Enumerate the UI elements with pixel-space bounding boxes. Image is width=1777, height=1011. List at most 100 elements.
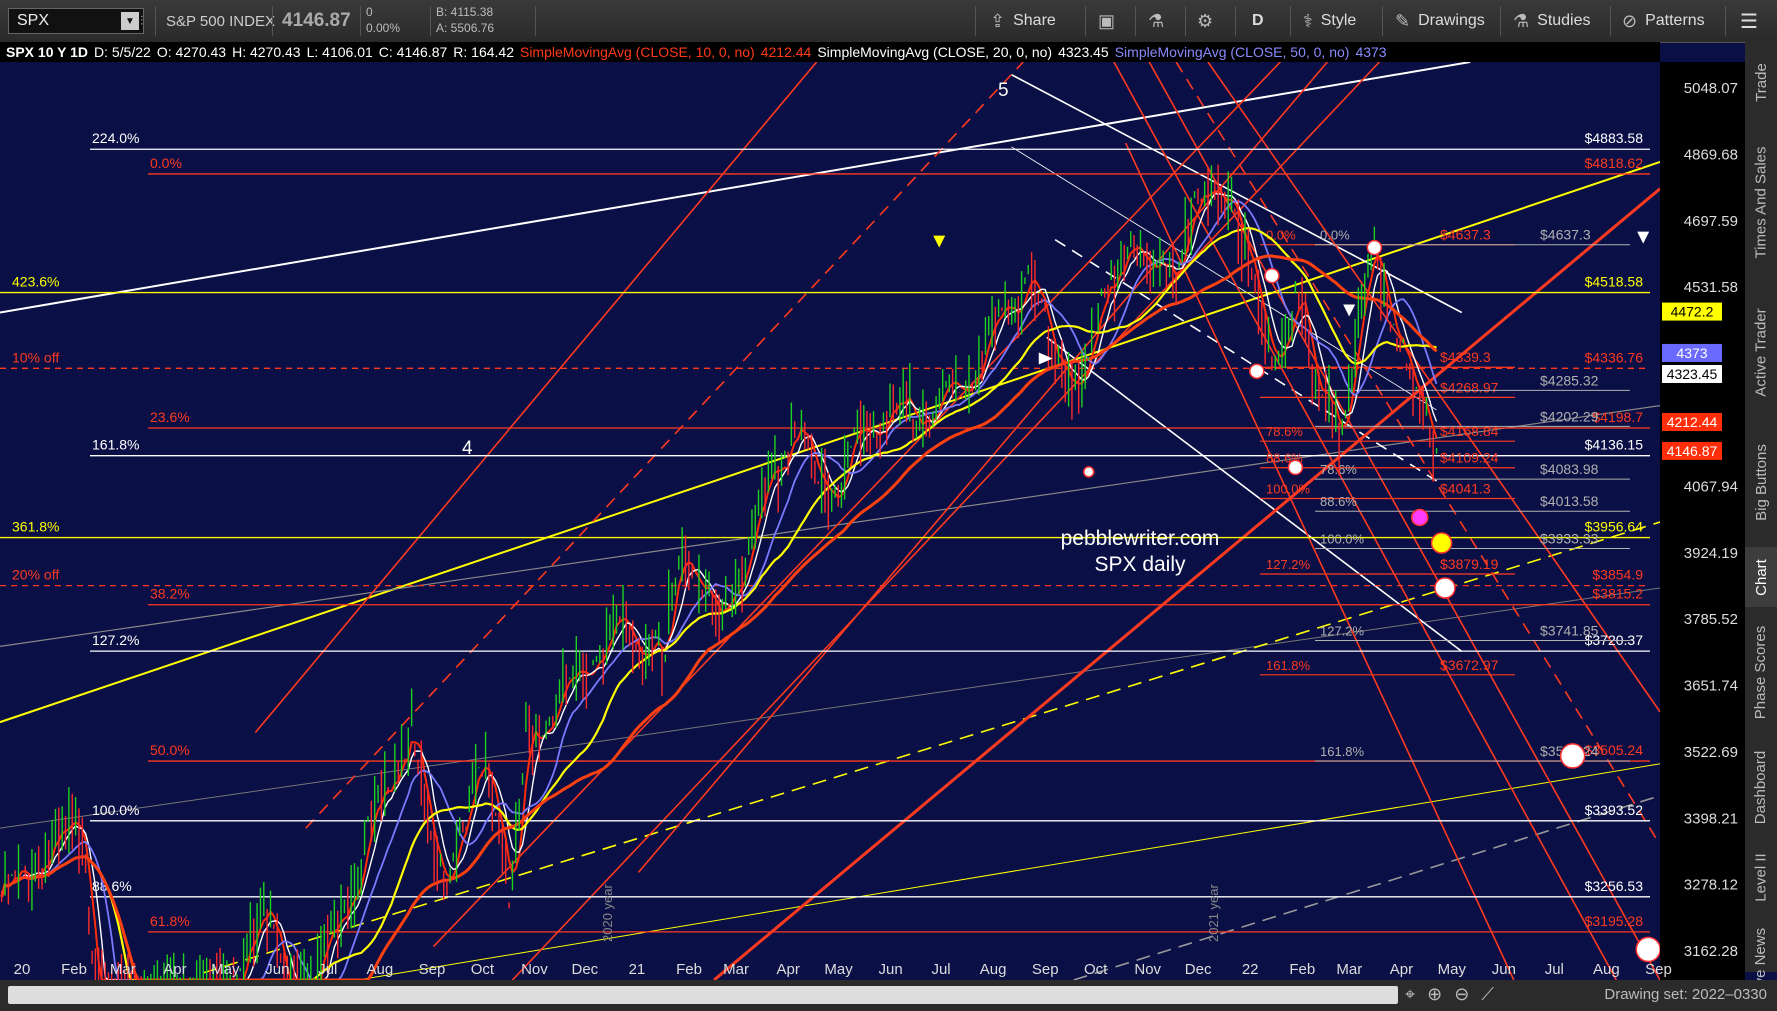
x-tick-label: Oct xyxy=(1084,961,1108,978)
symbol-input[interactable]: SPX ▼ xyxy=(8,8,144,34)
flask-button[interactable]: ⚗ xyxy=(1148,0,1164,42)
fib-level-label: 10% off xyxy=(12,349,59,365)
fib-right-price: $4041.3 xyxy=(1440,480,1491,496)
patterns-button[interactable]: ⊘ Patterns xyxy=(1622,0,1705,42)
top-toolbar: SPX ▼ ⫶ S&P 500 INDEX 4146.87 0 0.00% B:… xyxy=(0,0,1777,43)
fib-level-label: 361.8% xyxy=(12,519,59,535)
drawings-button[interactable]: ✎ Drawings xyxy=(1395,0,1485,42)
change-value: 0 xyxy=(366,5,373,19)
x-tick-label: 20 xyxy=(14,961,31,978)
fib-right-price: $4637.3 xyxy=(1440,227,1491,243)
y-tick-label: 4531.58 xyxy=(1684,279,1738,296)
tab-times-and-sales[interactable]: Times And Sales xyxy=(1745,122,1777,282)
crosshair-icon[interactable]: ⌖ xyxy=(1405,984,1415,1005)
fib-gray-label: 161.8% xyxy=(1320,744,1365,759)
bottom-bar: ⌖ ⊕ ⊖ ⟋ Drawing set: 2022–0330 xyxy=(0,980,1777,1011)
price-tag-label: 4373 xyxy=(1676,345,1707,361)
patterns-icon: ⊘ xyxy=(1622,10,1638,31)
gear-icon: ⚙ xyxy=(1197,10,1214,31)
wave-marker xyxy=(1249,363,1265,379)
x-tick-label: Dec xyxy=(1185,961,1212,978)
wave-marker xyxy=(1434,577,1456,599)
fib-right-price: $4168.84 xyxy=(1440,423,1499,439)
studies-button[interactable]: ⚗ Studies xyxy=(1513,0,1591,42)
tab-big-buttons[interactable]: Big Buttons xyxy=(1745,422,1777,542)
x-tick-label: May xyxy=(1438,961,1467,978)
x-tick-label: Apr xyxy=(163,961,186,978)
horizontal-scrollbar[interactable] xyxy=(8,986,1398,1004)
zoom-in-icon[interactable]: ⊕ xyxy=(1427,984,1442,1005)
y-tick-label: 4067.94 xyxy=(1684,478,1738,495)
fib-right-price: $4268.97 xyxy=(1440,379,1499,395)
y-tick-label: 3651.74 xyxy=(1684,678,1738,695)
tab-chart[interactable]: Chart xyxy=(1745,547,1777,607)
link-icon[interactable]: ⫶ xyxy=(140,0,143,42)
x-tick-label: Mar xyxy=(723,961,749,978)
fib-level-price: $3393.52 xyxy=(1585,802,1644,818)
chart-label: SPX 10 Y 1D xyxy=(6,44,88,60)
price-chart[interactable]: 224.0% $4883.580.0% $4818.62423.6% $4518.58… xyxy=(0,62,1745,980)
x-tick-label: Sep xyxy=(419,961,446,978)
style-icon: ⚕ xyxy=(1303,10,1313,31)
fib-gray-price: $4637.3 xyxy=(1540,227,1591,243)
price-tag-label: 4323.45 xyxy=(1667,366,1718,382)
last-price: 4146.87 xyxy=(282,10,351,31)
fib-level-label: 61.8% xyxy=(150,913,190,929)
chevron-down-icon[interactable]: ▼ xyxy=(121,12,139,30)
fib-level-price: $4198.7 xyxy=(1592,409,1643,425)
tab-trade[interactable]: Trade xyxy=(1745,47,1777,117)
y-tick-label: 5048.07 xyxy=(1684,80,1738,97)
snapshot-button[interactable]: ▣ xyxy=(1098,0,1115,42)
fib-gray-price: $4013.58 xyxy=(1540,493,1599,509)
fib-right-price: $4339.3 xyxy=(1440,349,1491,365)
style-button[interactable]: ⚕ Style xyxy=(1303,0,1356,42)
share-button[interactable]: ⇪ Share xyxy=(990,0,1056,42)
tab-level-ii[interactable]: Level II xyxy=(1745,842,1777,912)
fib-gray-label: 88.6% xyxy=(1320,494,1357,509)
wave-label-4: 4 xyxy=(462,438,473,459)
fib-gray-price: $3741.85 xyxy=(1540,623,1599,639)
x-tick-label: 21 xyxy=(629,961,646,978)
drawing-set-label: Drawing set: 2022–0330 xyxy=(1604,986,1767,1003)
bid-value: B: 4115.38 xyxy=(436,5,494,19)
fib-right-label: 127.2% xyxy=(1266,557,1311,572)
index-name: S&P 500 INDEX xyxy=(166,12,275,30)
x-tick-label: Dec xyxy=(572,961,599,978)
fib-right-label: 78.6% xyxy=(1266,424,1303,439)
fib-level-price: $4336.76 xyxy=(1585,349,1644,365)
x-tick-label: Jun xyxy=(265,961,289,978)
y-tick-label: 3162.28 xyxy=(1684,943,1738,960)
bar-low: L: 4106.01 xyxy=(306,44,373,60)
fib-gray-price: $4285.32 xyxy=(1540,372,1599,388)
fib-right-label: 0.0% xyxy=(1266,228,1296,243)
wave-label-5: 5 xyxy=(998,80,1009,101)
fib-level-label: 161.8% xyxy=(92,437,139,453)
menu-button[interactable]: ☰ xyxy=(1740,0,1758,42)
fib-gray-label: 100.0% xyxy=(1320,531,1365,546)
zoom-out-icon[interactable]: ⊖ xyxy=(1454,984,1469,1005)
x-tick-label: Oct xyxy=(471,961,495,978)
year-label-2021: 2021 year xyxy=(1206,884,1221,942)
period-button[interactable]: D xyxy=(1252,0,1264,42)
x-tick-label: Aug xyxy=(367,961,394,978)
x-tick-label: Nov xyxy=(521,961,548,978)
tab-active-trader[interactable]: Active Trader xyxy=(1745,287,1777,417)
fib-gray-label: 127.2% xyxy=(1320,624,1365,639)
price-tag-label: 4472.2 xyxy=(1671,304,1714,320)
wave-marker xyxy=(1559,743,1586,769)
fib-level-price: $3854.9 xyxy=(1592,567,1643,583)
tab-phase-scores[interactable]: Phase Scores xyxy=(1745,612,1777,732)
draw-line-icon[interactable]: ⟋ xyxy=(1481,984,1494,1005)
y-tick-label: 3278.12 xyxy=(1684,877,1738,894)
tab-dashboard[interactable]: Dashboard xyxy=(1745,737,1777,837)
settings-button[interactable]: ⚙ xyxy=(1197,0,1213,42)
x-tick-label: Mar xyxy=(110,961,136,978)
ask-value: A: 5506.76 xyxy=(436,21,495,35)
price-tag-label: 4146.87 xyxy=(1667,443,1718,459)
fib-level-price: $4136.15 xyxy=(1585,437,1644,453)
symbol-text: SPX xyxy=(17,12,50,29)
x-tick-label: Apr xyxy=(776,961,799,978)
fib-level-label: 127.2% xyxy=(92,632,139,648)
fib-level-label: 224.0% xyxy=(92,130,139,146)
fib-level-price: $4883.58 xyxy=(1585,130,1644,146)
